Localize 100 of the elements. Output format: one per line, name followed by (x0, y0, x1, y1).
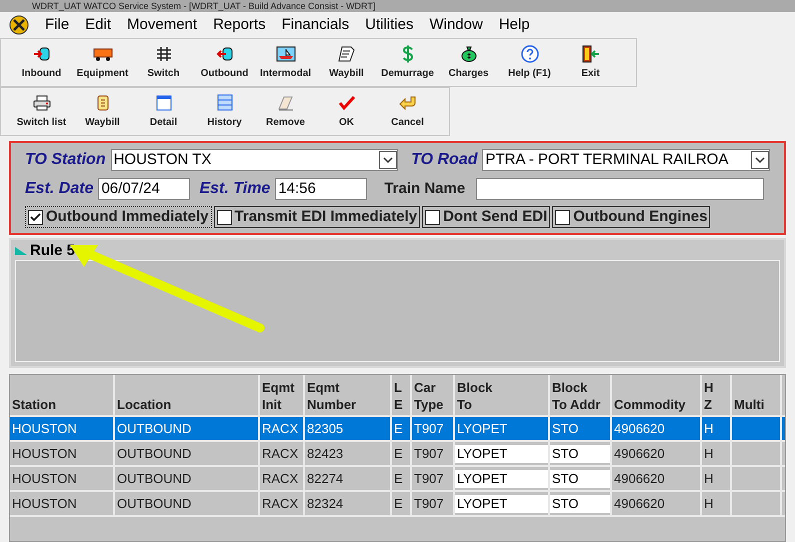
toolbar-button[interactable]: Exit (560, 40, 621, 84)
table-cell-field[interactable]: STO (550, 444, 610, 462)
column-header[interactable]: Eqmt Init (262, 379, 294, 413)
list-icon (216, 94, 232, 112)
field-label: Est. Date (25, 179, 94, 199)
table-cell-text: RACX (261, 444, 300, 463)
table-cell-text: HOUSTON (11, 420, 78, 438)
toolbar-button[interactable]: Cancel (377, 90, 438, 134)
arrow-out-box-icon (216, 46, 234, 62)
table-cell-text: H (703, 420, 714, 438)
column-header[interactable]: Commodity (614, 396, 686, 413)
table-cell-text: 82274 (306, 470, 344, 488)
table-cell-text: 4906620 (613, 420, 666, 438)
table-cell-text: HOUSTON (11, 470, 78, 488)
toolbar-button[interactable]: Waybill (316, 40, 377, 84)
checkbox[interactable]: Outbound Immediately (25, 206, 212, 228)
door-icon (580, 44, 600, 62)
column-header[interactable]: L E (394, 379, 403, 413)
column-header[interactable]: Station (12, 396, 56, 413)
table-cell-field[interactable]: STO (550, 494, 610, 512)
scroll-icon (94, 94, 110, 112)
toolbar-button[interactable]: Demurrage (377, 40, 438, 84)
field-label: Est. Time (199, 179, 270, 199)
toolbar-button[interactable]: Waybill (72, 90, 133, 134)
station-dropdown[interactable]: HOUSTON TX (110, 149, 398, 171)
toolbar-button[interactable]: OK (316, 90, 377, 134)
chevron-down-icon (383, 156, 394, 164)
chevron-down-icon (755, 156, 765, 164)
eraser-icon (276, 94, 296, 110)
title-bar: WDRT_UAT WATCO Service System - [WDRT_UAT - Build Advance Consist - WDRT] (0, 0, 795, 12)
table-cell-text: 4906620 (613, 444, 666, 463)
table-cell-text: E (393, 470, 404, 488)
dropdown-button[interactable] (751, 151, 769, 169)
date-field[interactable]: 06/07/24 (98, 178, 190, 200)
arrow-into-box-icon (32, 46, 50, 62)
toolbar-button[interactable]: History (194, 90, 255, 134)
column-header[interactable]: Block To Addr (552, 379, 600, 413)
table-row[interactable]: HOUSTON OUTBOUND RACX 82324 E T907 LYOPET STO 4906620 H (10, 492, 785, 517)
toolbar-button[interactable]: Outbound (194, 40, 255, 84)
column-header[interactable]: Car Type (414, 379, 444, 413)
column-header[interactable]: Multi (734, 396, 764, 413)
printer-icon (32, 94, 52, 110)
table-cell-text: 82324 (306, 494, 344, 513)
table-cell-text: OUTBOUND (116, 470, 192, 488)
menu-item[interactable]: Edit (77, 14, 120, 36)
table-cell-text: 82305 (306, 420, 344, 438)
column-header[interactable]: Block To (457, 379, 492, 413)
table-cell-field[interactable]: STO (550, 470, 610, 488)
time-field[interactable]: 14:56 (275, 178, 368, 200)
table-cell-text: OUTBOUND (116, 444, 192, 463)
table-cell-text: H (703, 494, 714, 513)
ship-icon (276, 46, 296, 62)
dollar-sign-icon (402, 44, 414, 62)
table-cell-text: RACX (261, 470, 300, 488)
table-cell-field[interactable]: LYOPET (455, 494, 548, 512)
table-cell-text: HOUSTON (11, 444, 78, 463)
toolbar-button[interactable]: Remove (255, 90, 316, 134)
table-cell-field[interactable]: LYOPET (455, 470, 548, 488)
checkbox[interactable]: Transmit EDI Immediately (214, 206, 420, 228)
toolbar-button[interactable]: Switch list (11, 90, 72, 134)
menu-item[interactable]: Movement (119, 14, 206, 36)
toolbar-button[interactable]: Switch (133, 40, 194, 84)
table-row[interactable]: HOUSTON OUTBOUND RACX 82274 E T907 LYOPET STO 4906620 H (10, 467, 785, 492)
checkbox[interactable]: Outbound Engines (552, 206, 710, 228)
table-cell-text: T907 (413, 420, 445, 438)
menu-item[interactable]: Window (421, 14, 491, 36)
dropdown-button[interactable] (379, 151, 398, 169)
table-cell-text: LYOPET (456, 420, 508, 438)
menu-item[interactable]: Help (490, 14, 538, 36)
menu-item[interactable]: Reports (205, 14, 274, 36)
checkbox[interactable]: Dont Send EDI (422, 206, 550, 228)
field-label: TO Station (25, 150, 106, 170)
table-cell-text: H (703, 470, 714, 488)
table-cell-text: E (393, 494, 404, 513)
toolbar-button[interactable]: Intermodal (255, 40, 316, 84)
triangle-icon (15, 247, 27, 255)
table-cell-text: T907 (413, 494, 445, 513)
menu-item[interactable]: File (37, 14, 78, 36)
table-cell-field[interactable]: LYOPET (455, 444, 548, 462)
road-dropdown[interactable]: PTRA - PORT TERMINAL RAILROA (482, 149, 770, 171)
table-row[interactable]: HOUSTON OUTBOUND RACX 82423 E T907 LYOPET STO 4906620 H (10, 442, 785, 467)
table-cell-text: OUTBOUND (116, 420, 192, 438)
table-cell-text: STO (551, 420, 580, 438)
undo-arrow-icon (398, 94, 418, 110)
table-cell-text: 4906620 (613, 494, 666, 513)
toolbar-button[interactable]: Help (F1) (499, 40, 560, 84)
column-header[interactable]: H Z (704, 379, 714, 413)
menu-item[interactable]: Financials (274, 14, 358, 36)
toolbar-button[interactable]: Inbound (11, 40, 72, 84)
toolbar-button[interactable]: Charges (438, 40, 499, 84)
window-icon (156, 94, 172, 110)
column-header[interactable]: Location (117, 396, 172, 413)
column-header[interactable]: Eqmt Number (307, 379, 356, 413)
table-cell-text: RACX (261, 420, 300, 438)
table-cell-text: OUTBOUND (116, 494, 192, 513)
toolbar-button[interactable]: Equipment (72, 40, 133, 84)
train-name-field[interactable] (476, 178, 764, 200)
menu-item[interactable]: Utilities (357, 14, 422, 36)
table-row[interactable]: HOUSTON OUTBOUND RACX 82305 E T907 LYOPET STO 4906620 H (10, 417, 785, 442)
toolbar-button[interactable]: Detail (133, 90, 194, 134)
